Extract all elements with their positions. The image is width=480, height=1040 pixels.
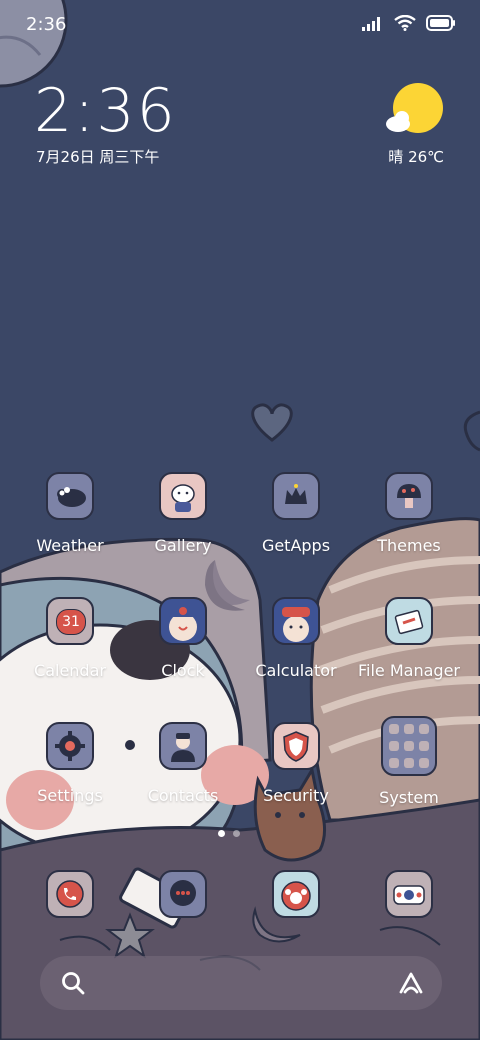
- signal-icon: [362, 17, 380, 31]
- status-icons: [362, 15, 456, 31]
- page-dot: [233, 830, 240, 837]
- app-label: File Manager: [358, 661, 460, 680]
- app-contacts[interactable]: Contacts: [128, 722, 238, 805]
- dock-messages[interactable]: [128, 870, 238, 918]
- messages-icon: [159, 870, 207, 918]
- page-indicator: [218, 830, 240, 837]
- dock-phone[interactable]: [15, 870, 125, 918]
- calendar-icon: 31: [46, 597, 94, 645]
- app-label: Clock: [161, 661, 205, 680]
- app-label: Calendar: [34, 661, 106, 680]
- search-icon: [62, 972, 85, 995]
- assistant-icon[interactable]: [396, 970, 426, 996]
- weather-text: 晴 26℃: [388, 146, 444, 167]
- gallery-icon: [159, 472, 207, 520]
- sunny-cloud-icon: [386, 83, 443, 133]
- calendar-badge: 31: [56, 609, 86, 635]
- app-label: Themes: [377, 536, 441, 555]
- app-themes[interactable]: Themes: [354, 472, 464, 555]
- app-calendar[interactable]: 31 Calendar: [15, 597, 125, 680]
- app-settings[interactable]: Settings: [15, 722, 125, 805]
- app-label: Gallery: [154, 536, 212, 555]
- getapps-icon: [272, 472, 320, 520]
- weather-temperature: 26℃: [408, 148, 444, 166]
- system-folder-icon: [381, 716, 437, 776]
- app-label: Calculator: [255, 661, 337, 680]
- app-label: System: [379, 788, 439, 807]
- themes-icon: [385, 472, 433, 520]
- file-manager-icon: [385, 597, 433, 645]
- app-clock[interactable]: Clock: [128, 597, 238, 680]
- app-label: Settings: [37, 786, 103, 805]
- calculator-icon: [272, 597, 320, 645]
- weather-condition: 晴: [388, 148, 404, 166]
- dock-camera[interactable]: [354, 870, 464, 918]
- dock-browser[interactable]: [241, 870, 351, 918]
- search-bar[interactable]: [40, 956, 442, 1010]
- app-label: GetApps: [261, 536, 331, 555]
- status-bar: 2:36: [0, 0, 480, 50]
- status-bar-time: 2:36: [26, 14, 67, 35]
- browser-icon: [272, 870, 320, 918]
- app-label: Security: [263, 786, 329, 805]
- security-icon: [272, 722, 320, 770]
- app-weather[interactable]: Weather: [15, 472, 125, 555]
- app-file-manager[interactable]: File Manager: [354, 597, 464, 680]
- app-getapps[interactable]: GetApps: [241, 472, 351, 555]
- app-calculator[interactable]: Calculator: [241, 597, 351, 680]
- contacts-icon: [159, 722, 207, 770]
- clock-widget-time[interactable]: 2:36: [34, 76, 177, 146]
- weather-icon: [46, 472, 94, 520]
- wifi-icon: [394, 15, 416, 31]
- app-security[interactable]: Security: [241, 722, 351, 805]
- app-label: Weather: [36, 536, 104, 555]
- app-system-folder[interactable]: System: [354, 716, 464, 807]
- app-label: Contacts: [147, 786, 219, 805]
- clock-icon: [159, 597, 207, 645]
- page-dot-active: [218, 830, 225, 837]
- battery-icon: [426, 15, 455, 31]
- app-gallery[interactable]: Gallery: [128, 472, 238, 555]
- settings-icon: [46, 722, 94, 770]
- clock-widget-date: 7月26日 周三下午: [36, 148, 160, 166]
- phone-icon: [46, 870, 94, 918]
- camera-icon: [385, 870, 433, 918]
